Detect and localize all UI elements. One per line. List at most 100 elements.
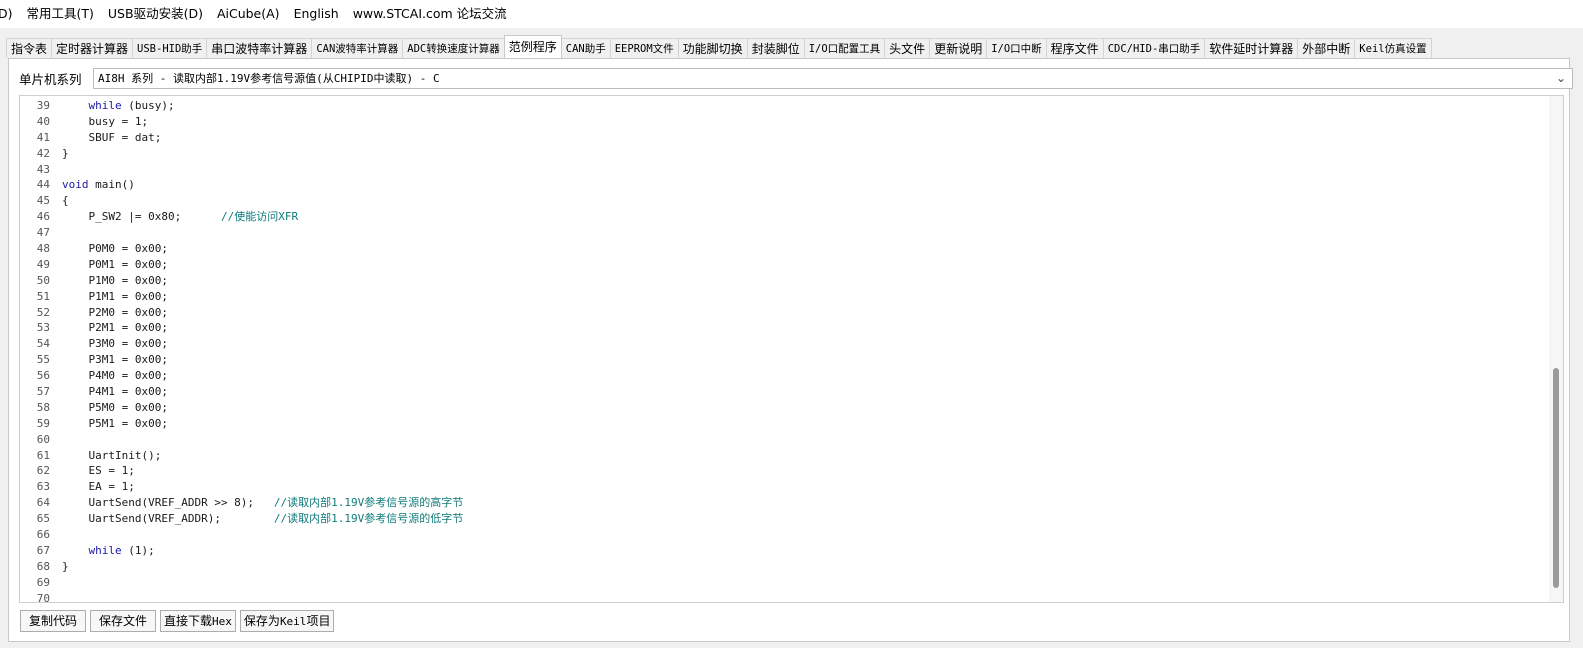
code-token: { bbox=[62, 194, 69, 208]
code-token: busy = 1; bbox=[62, 114, 149, 128]
code-line: 50 P1M0 = 0x00; bbox=[20, 273, 1540, 289]
tab-7[interactable]: CAN助手 bbox=[560, 38, 611, 58]
tab-12[interactable]: 头文件 bbox=[884, 38, 931, 58]
code-text: while (1); bbox=[62, 543, 155, 559]
tab-18[interactable]: 外部中断 bbox=[1297, 38, 1356, 58]
save-keil-mid: Keil bbox=[279, 615, 307, 628]
tab-10[interactable]: 封装脚位 bbox=[746, 38, 805, 58]
line-number: 64 bbox=[36, 496, 50, 510]
chevron-down-icon[interactable]: ⌄ bbox=[1556, 69, 1566, 88]
code-token: EA = 1; bbox=[62, 480, 135, 494]
tab-13[interactable]: 更新说明 bbox=[929, 38, 988, 58]
menu-item-2[interactable]: USB驱动安装(D) bbox=[101, 0, 210, 28]
line-number: 47 bbox=[36, 226, 50, 240]
code-text: while (busy); bbox=[62, 98, 175, 114]
tab-15[interactable]: 程序文件 bbox=[1045, 38, 1104, 58]
code-line: 41 SBUF = dat; bbox=[20, 130, 1540, 146]
code-text: } bbox=[62, 146, 69, 162]
line-number: 44 bbox=[36, 178, 50, 192]
line-number: 46 bbox=[36, 210, 50, 224]
menu-item-1[interactable]: 常用工具(T) bbox=[20, 0, 101, 28]
code-line: 61 UartInit(); bbox=[20, 448, 1540, 464]
code-editor[interactable]: 39 while (busy); 40 busy = 1; 41 SBUF = da… bbox=[19, 95, 1564, 603]
code-line: 40 busy = 1; bbox=[20, 114, 1540, 130]
code-token: (busy); bbox=[121, 99, 175, 112]
line-number: 50 bbox=[36, 273, 50, 287]
line-number: 61 bbox=[36, 448, 50, 462]
code-text: P4M1 = 0x00; bbox=[62, 384, 168, 400]
line-number: 40 bbox=[36, 114, 50, 128]
code-line: 51 P1M1 = 0x00; bbox=[20, 289, 1540, 305]
code-line: 59 P5M1 = 0x00; bbox=[20, 416, 1540, 432]
copy-code-button[interactable]: 复制代码 bbox=[20, 610, 87, 632]
series-row: 单片机系列 bbox=[19, 67, 88, 89]
code-keyword: void bbox=[62, 178, 89, 192]
save-keil-prefix: 保存为 bbox=[243, 614, 280, 628]
tab-19[interactable]: Keil仿真设置 bbox=[1354, 38, 1432, 58]
code-line: 70 bbox=[20, 591, 1540, 602]
code-token: P4M1 = 0x00; bbox=[62, 385, 168, 399]
menu-item-3[interactable]: AiCube(A) bbox=[210, 0, 287, 28]
line-number: 67 bbox=[36, 543, 50, 557]
tab-14[interactable]: I/O口中断 bbox=[986, 38, 1047, 58]
code-text: SBUF = dat; bbox=[62, 130, 161, 146]
code-token: P1M0 = 0x00; bbox=[62, 273, 168, 287]
tab-17[interactable]: 软件延时计算器 bbox=[1204, 38, 1299, 58]
line-number: 53 bbox=[36, 321, 50, 335]
code-token: P_SW2 |= 0x80; bbox=[62, 210, 221, 224]
code-line: 69 bbox=[20, 575, 1540, 591]
save-keil-project-button[interactable]: 保存为Keil项目 bbox=[239, 610, 335, 632]
tab-0[interactable]: 指令表 bbox=[6, 38, 53, 58]
menu-item-5[interactable]: www.STCAI.com 论坛交流 bbox=[346, 0, 514, 28]
code-line: 47 bbox=[20, 225, 1540, 241]
code-token: P5M1 = 0x00; bbox=[62, 416, 168, 430]
code-token: P3M0 = 0x00; bbox=[62, 337, 168, 351]
code-lines: 39 while (busy); 40 busy = 1; 41 SBUF = da… bbox=[20, 98, 1540, 602]
code-line: 43 bbox=[20, 162, 1540, 178]
line-number: 60 bbox=[36, 432, 50, 446]
code-token: UartInit(); bbox=[62, 448, 162, 462]
code-token: } bbox=[62, 146, 69, 160]
line-number: 63 bbox=[36, 480, 50, 494]
code-line: 56 P4M0 = 0x00; bbox=[20, 368, 1540, 384]
code-token: UartSend(VREF_ADDR); bbox=[62, 512, 274, 526]
save-file-button[interactable]: 保存文件 bbox=[90, 610, 157, 632]
vertical-scrollbar[interactable] bbox=[1549, 96, 1563, 602]
tab-3[interactable]: 串口波特率计算器 bbox=[206, 38, 313, 58]
code-token: ES = 1; bbox=[62, 464, 135, 478]
line-number: 57 bbox=[36, 385, 50, 399]
series-select[interactable]: AI8H 系列 - 读取内部1.19V参考信号源值(从CHIPID中读取) - … bbox=[93, 68, 1573, 89]
menu-item-0[interactable]: D) bbox=[0, 0, 20, 28]
code-line: 62 ES = 1; bbox=[20, 463, 1540, 479]
code-line: 46 P_SW2 |= 0x80; //使能访问XFR bbox=[20, 209, 1540, 225]
code-text: UartInit(); bbox=[62, 448, 161, 464]
code-line: 58 P5M0 = 0x00; bbox=[20, 400, 1540, 416]
code-token: (1); bbox=[121, 543, 155, 557]
line-number: 43 bbox=[36, 162, 50, 176]
series-selected-value: AI8H 系列 - 读取内部1.19V参考信号源值(从CHIPID中读取) - … bbox=[98, 72, 440, 85]
download-hex-button[interactable]: 直接下载Hex bbox=[160, 610, 236, 632]
menu-item-4[interactable]: English bbox=[287, 0, 346, 28]
code-text: void main() bbox=[62, 177, 135, 193]
tab-16[interactable]: CDC/HID-串口助手 bbox=[1102, 38, 1206, 58]
tab-2[interactable]: USB-HID助手 bbox=[132, 38, 208, 58]
code-text: P3M0 = 0x00; bbox=[62, 336, 168, 352]
code-text: busy = 1; bbox=[62, 114, 148, 130]
code-line: 54 P3M0 = 0x00; bbox=[20, 336, 1540, 352]
line-number: 59 bbox=[36, 416, 50, 430]
tab-1[interactable]: 定时器计算器 bbox=[51, 38, 134, 58]
tab-6[interactable]: 范例程序 bbox=[503, 35, 562, 58]
tab-5[interactable]: ADC转换速度计算器 bbox=[402, 38, 505, 58]
code-line: 42} bbox=[20, 146, 1540, 162]
line-number: 66 bbox=[36, 528, 50, 542]
code-token: UartSend(VREF_ADDR >> 8); bbox=[62, 496, 274, 510]
tab-4[interactable]: CAN波特率计算器 bbox=[311, 38, 404, 58]
code-token: P4M0 = 0x00; bbox=[62, 369, 168, 383]
code-line: 65 UartSend(VREF_ADDR); //读取内部1.19V参考信号源… bbox=[20, 511, 1540, 527]
tab-8[interactable]: EEPROM文件 bbox=[609, 38, 679, 58]
tab-9[interactable]: 功能脚切换 bbox=[677, 38, 748, 58]
scrollbar-thumb[interactable] bbox=[1553, 368, 1559, 588]
tab-11[interactable]: I/O口配置工具 bbox=[803, 38, 886, 58]
download-hex-suffix: Hex bbox=[212, 615, 232, 628]
code-text: P1M1 = 0x00; bbox=[62, 289, 167, 305]
